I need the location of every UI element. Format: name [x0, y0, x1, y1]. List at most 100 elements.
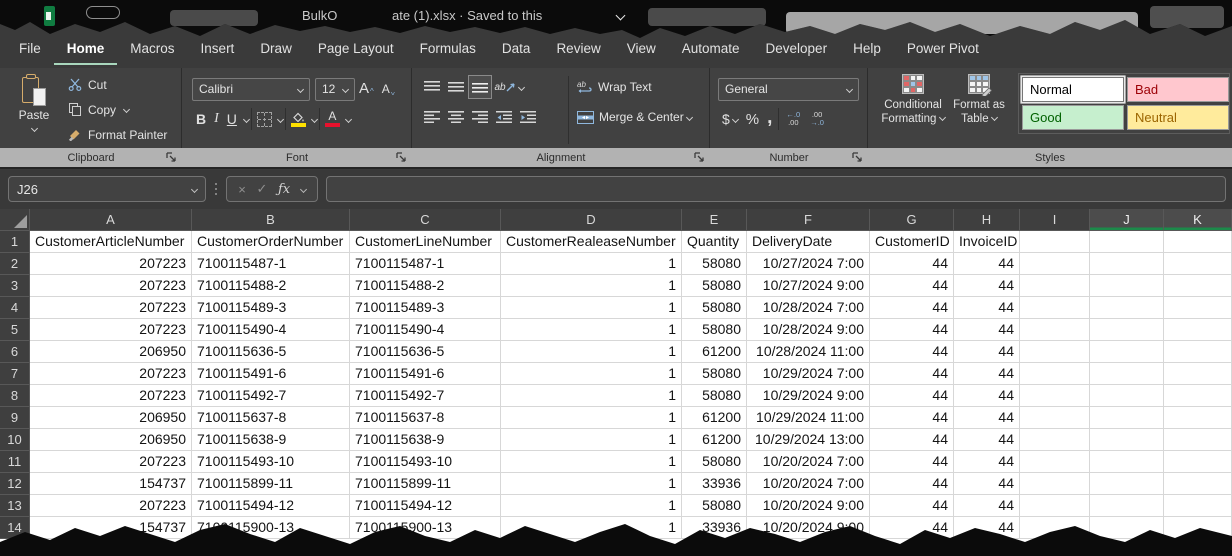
cell-e7[interactable]: 58080 — [682, 363, 747, 385]
row-header-12[interactable]: 12 — [0, 473, 30, 495]
cell-b2[interactable]: 7100115487-1 — [192, 253, 350, 275]
cell-f1[interactable]: DeliveryDate — [747, 231, 870, 253]
cell-g4[interactable]: 44 — [870, 297, 954, 319]
cell-j11[interactable] — [1090, 451, 1164, 473]
cell-a11[interactable]: 207223 — [30, 451, 192, 473]
cell-j7[interactable] — [1090, 363, 1164, 385]
cell-f7[interactable]: 10/29/2024 7:00 — [747, 363, 870, 385]
cell-j9[interactable] — [1090, 407, 1164, 429]
column-header-f[interactable]: F — [747, 209, 870, 231]
cell-j3[interactable] — [1090, 275, 1164, 297]
cell-g8[interactable]: 44 — [870, 385, 954, 407]
cell-f8[interactable]: 10/29/2024 9:00 — [747, 385, 870, 407]
cell-g11[interactable]: 44 — [870, 451, 954, 473]
column-header-g[interactable]: G — [870, 209, 954, 231]
cell-g7[interactable]: 44 — [870, 363, 954, 385]
formula-bar-drag-dots[interactable] — [215, 188, 217, 190]
cell-g13[interactable]: 44 — [870, 495, 954, 517]
cell-i5[interactable] — [1020, 319, 1090, 341]
cell-style-good[interactable]: Good — [1022, 105, 1124, 130]
row-header-13[interactable]: 13 — [0, 495, 30, 517]
ribbon-tab-data[interactable]: Data — [489, 36, 544, 65]
cell-a9[interactable]: 206950 — [30, 407, 192, 429]
cell-k2[interactable] — [1164, 253, 1232, 275]
cell-d9[interactable]: 1 — [501, 407, 682, 429]
cell-d7[interactable]: 1 — [501, 363, 682, 385]
cell-i7[interactable] — [1020, 363, 1090, 385]
cell-a1[interactable]: CustomerArticleNumber — [30, 231, 192, 253]
increase-decimal-button[interactable]: ←.0.00 — [781, 111, 805, 127]
cell-a10[interactable]: 206950 — [30, 429, 192, 451]
increase-font-size-button[interactable]: A^ — [355, 80, 378, 98]
column-header-j[interactable]: J — [1090, 209, 1164, 231]
name-box[interactable]: J26 — [8, 176, 206, 202]
ribbon-tab-home[interactable]: Home — [54, 36, 118, 65]
bold-button[interactable]: B — [192, 109, 210, 129]
cell-f9[interactable]: 10/29/2024 11:00 — [747, 407, 870, 429]
cell-b12[interactable]: 7100115899-11 — [192, 473, 350, 495]
cell-b4[interactable]: 7100115489-3 — [192, 297, 350, 319]
ribbon-tab-macros[interactable]: Macros — [117, 36, 187, 65]
cell-h8[interactable]: 44 — [954, 385, 1020, 407]
ribbon-tab-page-layout[interactable]: Page Layout — [305, 36, 407, 65]
cell-b11[interactable]: 7100115493-10 — [192, 451, 350, 473]
wrap-text-button[interactable]: ab Wrap Text — [577, 72, 692, 102]
cell-h1[interactable]: InvoiceID — [954, 231, 1020, 253]
row-header-7[interactable]: 7 — [0, 363, 30, 385]
cell-e9[interactable]: 61200 — [682, 407, 747, 429]
cell-e10[interactable]: 61200 — [682, 429, 747, 451]
cell-j4[interactable] — [1090, 297, 1164, 319]
merge-center-button[interactable]: Merge & Center — [577, 102, 692, 132]
decrease-font-size-button[interactable]: A^ — [378, 81, 399, 97]
cell-b10[interactable]: 7100115638-9 — [192, 429, 350, 451]
cell-a4[interactable]: 207223 — [30, 297, 192, 319]
cell-e4[interactable]: 58080 — [682, 297, 747, 319]
decrease-indent-button[interactable] — [492, 105, 516, 129]
cell-g12[interactable]: 44 — [870, 473, 954, 495]
accounting-format-button[interactable]: $ — [718, 109, 742, 129]
borders-button[interactable] — [254, 111, 275, 128]
cell-i8[interactable] — [1020, 385, 1090, 407]
row-header-4[interactable]: 4 — [0, 297, 30, 319]
increase-indent-button[interactable] — [516, 105, 540, 129]
cell-c3[interactable]: 7100115488-2 — [350, 275, 501, 297]
cell-b9[interactable]: 7100115637-8 — [192, 407, 350, 429]
cell-d8[interactable]: 1 — [501, 385, 682, 407]
column-header-c[interactable]: C — [350, 209, 501, 231]
cell-k5[interactable] — [1164, 319, 1232, 341]
align-center-button[interactable] — [444, 105, 468, 129]
cell-a7[interactable]: 207223 — [30, 363, 192, 385]
borders-dropdown-chevron-icon[interactable] — [277, 115, 284, 122]
cell-j1[interactable] — [1090, 231, 1164, 253]
ribbon-tab-developer[interactable]: Developer — [753, 36, 841, 65]
cell-g5[interactable]: 44 — [870, 319, 954, 341]
cell-k4[interactable] — [1164, 297, 1232, 319]
cell-d1[interactable]: CustomerRealeaseNumber — [501, 231, 682, 253]
row-header-8[interactable]: 8 — [0, 385, 30, 407]
bottom-align-button[interactable] — [468, 75, 492, 99]
cell-c11[interactable]: 7100115493-10 — [350, 451, 501, 473]
cell-style-bad[interactable]: Bad — [1127, 77, 1229, 102]
cell-g6[interactable]: 44 — [870, 341, 954, 363]
cell-style-neutral[interactable]: Neutral — [1127, 105, 1229, 130]
italic-button[interactable]: I — [210, 109, 223, 129]
cell-f6[interactable]: 10/28/2024 11:00 — [747, 341, 870, 363]
cell-i9[interactable] — [1020, 407, 1090, 429]
cell-i10[interactable] — [1020, 429, 1090, 451]
align-left-button[interactable] — [420, 105, 444, 129]
format-painter-button[interactable]: Format Painter — [66, 122, 167, 147]
cell-i6[interactable] — [1020, 341, 1090, 363]
cell-g9[interactable]: 44 — [870, 407, 954, 429]
cell-j2[interactable] — [1090, 253, 1164, 275]
cell-i2[interactable] — [1020, 253, 1090, 275]
row-header-1[interactable]: 1 — [0, 231, 30, 253]
format-as-table-button[interactable]: Format as Table — [946, 71, 1012, 148]
row-header-9[interactable]: 9 — [0, 407, 30, 429]
cell-c13[interactable]: 7100115494-12 — [350, 495, 501, 517]
cell-b1[interactable]: CustomerOrderNumber — [192, 231, 350, 253]
fx-chevron-icon[interactable] — [300, 185, 307, 192]
cell-a13[interactable]: 207223 — [30, 495, 192, 517]
quick-access-button[interactable] — [86, 6, 120, 19]
cell-g2[interactable]: 44 — [870, 253, 954, 275]
cell-c12[interactable]: 7100115899-11 — [350, 473, 501, 495]
